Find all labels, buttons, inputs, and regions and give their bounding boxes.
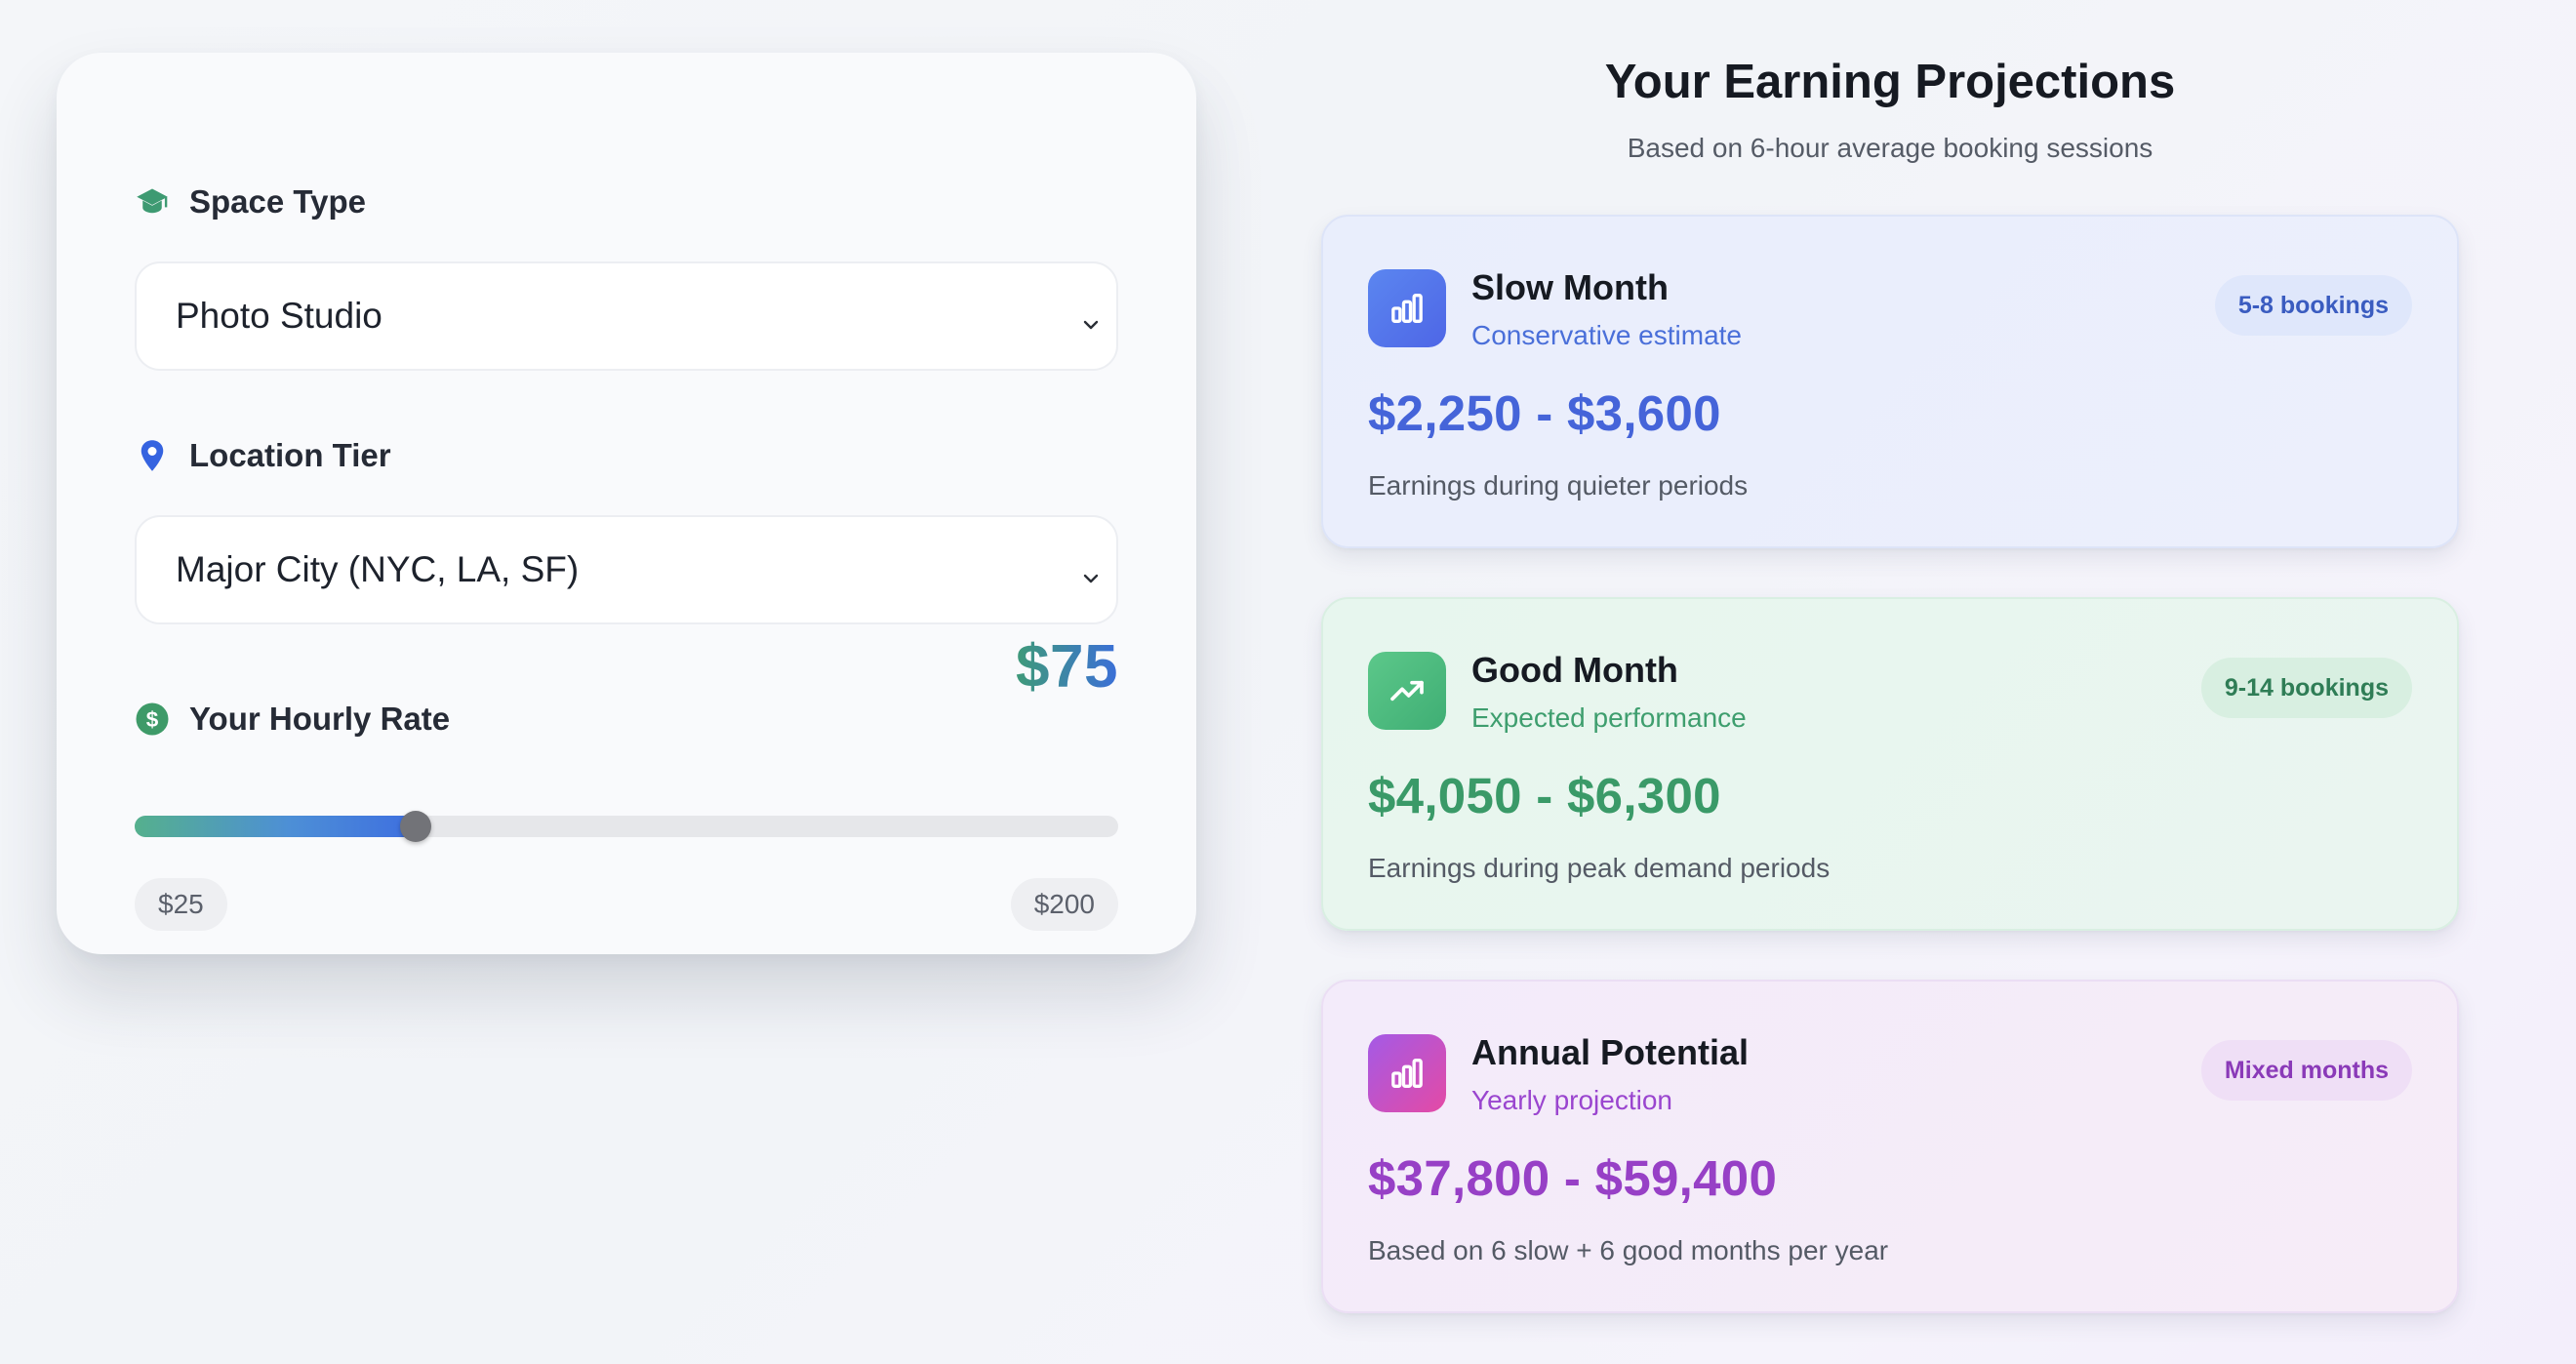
graduation-cap-icon bbox=[135, 184, 170, 220]
hourly-rate-slider[interactable] bbox=[135, 811, 1118, 842]
slider-thumb[interactable] bbox=[400, 811, 431, 842]
projections-subtitle: Based on 6-hour average booking sessions bbox=[1627, 133, 2153, 163]
hourly-rate-label: Your Hourly Rate bbox=[189, 701, 451, 737]
location-tier-select[interactable]: Major City (NYC, LA, SF) bbox=[135, 515, 1118, 624]
bookings-badge: Mixed months bbox=[2200, 1040, 2412, 1101]
slider-fill bbox=[135, 816, 416, 837]
hourly-rate-value: $75 bbox=[1016, 633, 1118, 701]
chevron-down-icon bbox=[1079, 558, 1103, 583]
calculator-card: Space Type Photo Studio Location Tier Ma… bbox=[57, 53, 1196, 954]
earnings-range: $4,050 - $6,300 bbox=[1368, 768, 1721, 823]
location-tier-label: Location Tier bbox=[189, 437, 391, 473]
annual-potential-card: Annual Potential Yearly projection Mixed… bbox=[1321, 980, 2459, 1313]
slow-month-card: Slow Month Conservative estimate 5-8 boo… bbox=[1321, 215, 2459, 548]
card-subtitle: Yearly projection bbox=[1471, 1085, 1672, 1115]
chevron-down-icon bbox=[1079, 304, 1103, 330]
card-title: Annual Potential bbox=[1471, 1032, 1750, 1072]
card-subtitle: Expected performance bbox=[1471, 702, 1747, 733]
bookings-badge: 9-14 bookings bbox=[2200, 658, 2412, 718]
card-title: Good Month bbox=[1471, 650, 1678, 690]
card-description: Based on 6 slow + 6 good months per year bbox=[1368, 1235, 1889, 1265]
trending-up-icon bbox=[1368, 652, 1446, 730]
location-tier-selected-value: Major City (NYC, LA, SF) bbox=[176, 549, 580, 589]
location-tier-label-row: Location Tier bbox=[135, 437, 391, 474]
space-type-select[interactable]: Photo Studio bbox=[135, 261, 1118, 371]
card-description: Earnings during peak demand periods bbox=[1368, 853, 1831, 883]
earnings-range: $2,250 - $3,600 bbox=[1368, 385, 1721, 441]
space-type-label-row: Space Type bbox=[135, 183, 366, 221]
card-description: Earnings during quieter periods bbox=[1368, 470, 1749, 501]
good-month-card: Good Month Expected performance 9-14 boo… bbox=[1321, 597, 2459, 931]
rate-max-label: $200 bbox=[1010, 878, 1118, 931]
projections-title: Your Earning Projections bbox=[1604, 56, 2176, 108]
space-type-label: Space Type bbox=[189, 183, 366, 220]
card-title: Slow Month bbox=[1471, 267, 1669, 307]
bar-chart-icon bbox=[1368, 269, 1446, 347]
bookings-badge: 5-8 bookings bbox=[2214, 275, 2412, 336]
hourly-rate-label-row: $ Your Hourly Rate bbox=[135, 701, 450, 738]
rate-min-label: $25 bbox=[135, 878, 227, 931]
dollar-circle-icon: $ bbox=[135, 702, 170, 737]
card-subtitle: Conservative estimate bbox=[1471, 320, 1743, 350]
space-type-selected-value: Photo Studio bbox=[176, 296, 382, 336]
svg-text:$: $ bbox=[146, 707, 159, 732]
earnings-range: $37,800 - $59,400 bbox=[1368, 1150, 1778, 1206]
bar-chart-icon bbox=[1368, 1034, 1446, 1112]
map-pin-icon bbox=[135, 438, 170, 473]
